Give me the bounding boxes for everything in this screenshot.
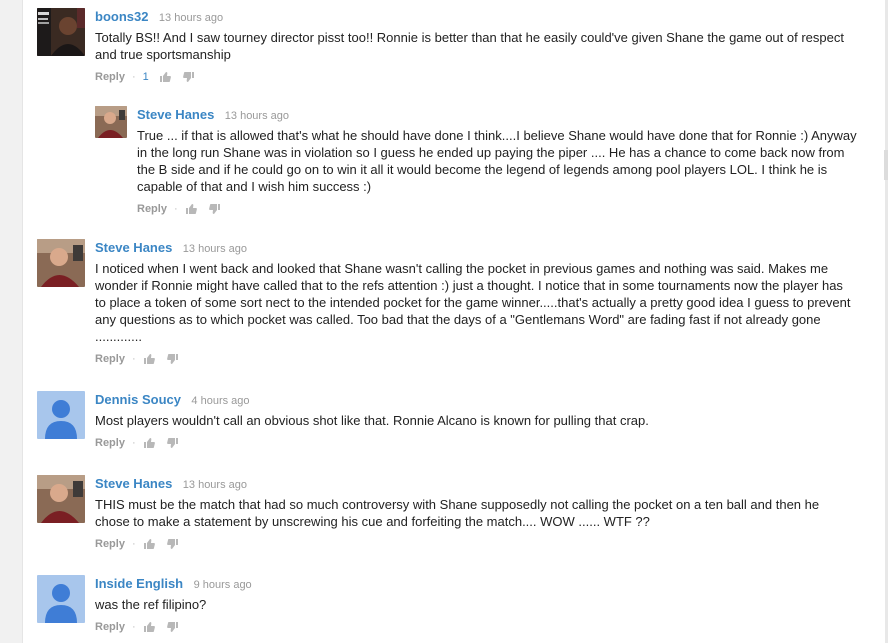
comment-actions: Reply · (95, 352, 857, 366)
thumbs-down-icon[interactable] (208, 203, 221, 215)
avatar[interactable] (37, 239, 85, 287)
timestamp[interactable]: 13 hours ago (225, 110, 289, 122)
profile-photo-icon (95, 106, 127, 138)
avatar[interactable] (95, 106, 127, 138)
comment-thread: boons32 13 hours ago Totally BS!! And I … (0, 0, 888, 643)
thumbs-down-icon[interactable] (166, 538, 179, 550)
timestamp[interactable]: 13 hours ago (159, 12, 223, 24)
thumbs-down-icon[interactable] (182, 71, 195, 83)
reply-button[interactable]: Reply (95, 437, 125, 449)
thumbs-up-icon[interactable] (143, 538, 155, 550)
comment-actions: Reply · (137, 202, 859, 216)
avatar[interactable] (37, 8, 85, 56)
author-name[interactable]: Steve Hanes (137, 107, 214, 122)
avatar[interactable] (37, 575, 85, 623)
author-name[interactable]: boons32 (95, 9, 148, 24)
timestamp[interactable]: 4 hours ago (191, 395, 249, 407)
comment-actions: Reply · (95, 436, 857, 450)
separator-dot: · (131, 353, 136, 365)
author-name[interactable]: Steve Hanes (95, 240, 172, 255)
reply-button[interactable]: Reply (95, 538, 125, 550)
comment-text: I noticed when I went back and looked th… (95, 261, 851, 344)
thumbs-down-icon[interactable] (166, 437, 179, 449)
comment-text: Totally BS!! And I saw tourney director … (95, 30, 844, 62)
separator-dot: · (173, 203, 178, 215)
separator-dot: · (131, 621, 136, 633)
comment-text: True ... if that is allowed that's what … (137, 128, 857, 194)
author-name[interactable]: Inside English (95, 576, 183, 591)
thumbs-up-icon[interactable] (143, 437, 155, 449)
separator-dot: · (131, 538, 136, 550)
reply-button[interactable]: Reply (95, 353, 125, 365)
profile-photo-icon (37, 8, 85, 56)
reply-button[interactable]: Reply (95, 71, 125, 83)
timestamp[interactable]: 13 hours ago (183, 479, 247, 491)
timestamp[interactable]: 13 hours ago (183, 243, 247, 255)
author-name[interactable]: Dennis Soucy (95, 392, 181, 407)
profile-photo-icon (37, 475, 85, 523)
like-count: 1 (142, 71, 149, 83)
default-user-icon (37, 391, 85, 439)
separator-dot: · (131, 71, 136, 83)
thumbs-up-icon[interactable] (185, 203, 197, 215)
reply-button[interactable]: Reply (137, 203, 167, 215)
thumbs-down-icon[interactable] (166, 353, 179, 365)
reply-button[interactable]: Reply (95, 621, 125, 633)
comment-actions: Reply · 1 (95, 70, 855, 84)
author-name[interactable]: Steve Hanes (95, 476, 172, 491)
comment-text: THIS must be the match that had so much … (95, 497, 820, 529)
default-user-icon (37, 575, 85, 623)
thumbs-down-icon[interactable] (166, 621, 179, 633)
comment-actions: Reply · (95, 620, 857, 634)
thumbs-up-icon[interactable] (143, 621, 155, 633)
comment-text: was the ref filipino? (95, 597, 207, 612)
separator-dot: · (131, 437, 136, 449)
comment-text: Most players wouldn't call an obvious sh… (95, 413, 649, 428)
thumbs-up-icon[interactable] (143, 353, 155, 365)
comment-actions: Reply · (95, 537, 857, 551)
profile-photo-icon (37, 239, 85, 287)
avatar[interactable] (37, 391, 85, 439)
thumbs-up-icon[interactable] (159, 71, 171, 83)
timestamp[interactable]: 9 hours ago (194, 579, 252, 591)
avatar[interactable] (37, 475, 85, 523)
thread-divider (884, 150, 888, 180)
